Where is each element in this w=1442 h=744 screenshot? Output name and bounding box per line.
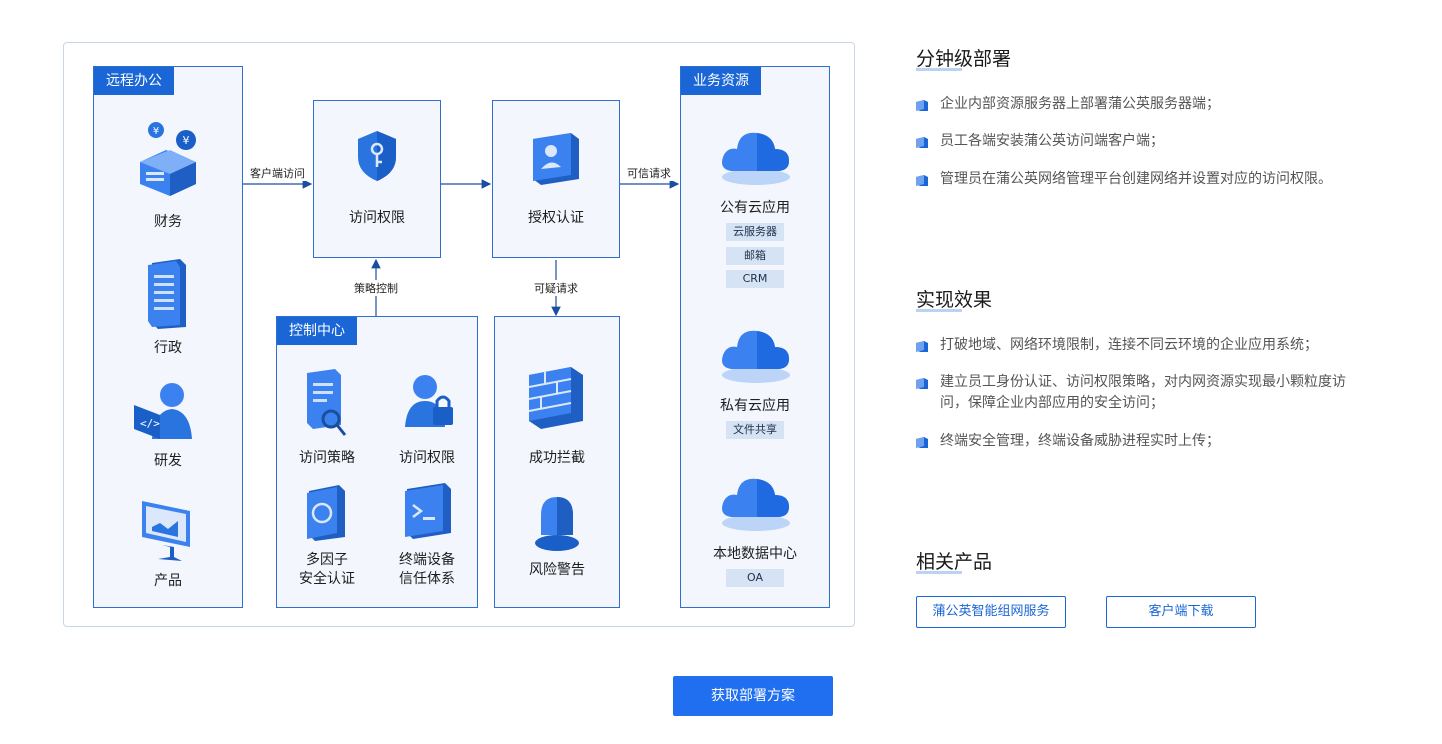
client-access-label: 客户端访问 — [247, 165, 308, 181]
control-item-device-trust: 终端设备 信任体系 — [399, 552, 455, 587]
section-title: 实现效果 — [916, 289, 993, 311]
remote-office-item-product: 产品 — [154, 573, 182, 589]
product-sdwan-button[interactable]: 蒲公英智能组网服务 — [916, 596, 1066, 628]
private-cloud-icon — [722, 330, 790, 383]
section-effects: 实现效果 — [916, 285, 1416, 315]
access-control-box: 访问权限 — [313, 100, 441, 258]
svg-text:</>: </> — [140, 417, 160, 430]
tag-file-share: 文件共享 — [726, 421, 784, 439]
list-item: 建立员工身份认证、访问权限策略，对内网资源实现最小颗粒度访 问，保障企业内部应用… — [916, 372, 1416, 418]
svg-text:¥: ¥ — [183, 134, 190, 147]
bullet-text: 建立员工身份认证、访问权限策略，对内网资源实现最小颗粒度访 问，保障企业内部应用… — [940, 374, 1346, 411]
local-datacenter-label: 本地数据中心 — [713, 546, 797, 562]
finance-icon: ¥ ¥ — [140, 122, 196, 196]
svg-text:¥: ¥ — [153, 126, 159, 137]
id-card-icon — [533, 133, 579, 185]
intercept-panel: 成功拦截 风险警告 — [494, 316, 620, 608]
bullet-icon — [916, 137, 928, 148]
bullet-text: 企业内部资源服务器上部署蒲公英服务器端； — [940, 96, 1220, 112]
remote-office-item-admin: 行政 — [154, 340, 182, 356]
control-center-title: 控制中心 — [277, 317, 357, 345]
bullet-icon — [916, 378, 928, 389]
section-title-underline — [916, 309, 962, 312]
tag-oa: OA — [726, 569, 784, 587]
get-deployment-plan-button[interactable]: 获取部署方案 — [673, 676, 833, 716]
suspicious-request-label: 可疑请求 — [531, 280, 581, 296]
mfa-icon — [307, 485, 345, 541]
terminal-icon — [405, 483, 451, 539]
alarm-light-icon — [535, 497, 579, 551]
monitor-icon — [142, 501, 190, 561]
bullet-icon — [916, 437, 928, 448]
section-title: 分钟级部署 — [916, 48, 1012, 70]
bullet-icon — [916, 341, 928, 352]
bullet-text: 管理员在蒲公英网络管理平台创建网络并设置对应的访问权限。 — [940, 171, 1332, 187]
developer-icon: </> — [134, 383, 192, 439]
list-item: 打破地域、网络环境限制，连接不同云环境的企业应用系统； — [916, 335, 1416, 359]
control-item-access-policy: 访问策略 — [299, 450, 355, 466]
private-cloud-label: 私有云应用 — [720, 398, 790, 414]
auth-label: 授权认证 — [528, 210, 584, 226]
list-item: 员工各端安装蒲公英访问端客户端； — [916, 131, 1416, 155]
section-title: 相关产品 — [916, 551, 993, 573]
intercept-success-label: 成功拦截 — [529, 450, 585, 466]
remote-office-item-rd: 研发 — [154, 453, 182, 469]
business-resources-panel: 业务资源 公有云应用 云服务器 邮箱 CRM 私有云应用 文件共享 本地数据中心… — [680, 66, 830, 608]
policy-search-icon — [307, 369, 347, 436]
remote-office-panel: 远程办公 ¥ ¥ 财务 行政 </> 研发 产品 — [93, 66, 243, 608]
firewall-icon — [528, 367, 583, 429]
list-item: 企业内部资源服务器上部署蒲公英服务器端； — [916, 94, 1416, 118]
client-download-button[interactable]: 客户端下载 — [1106, 596, 1256, 628]
bullet-icon — [916, 175, 928, 186]
section-related-products: 相关产品 — [916, 547, 1416, 577]
control-center-panel: 控制中心 访问策略 访问权限 多因子 安全认证 终端设备 信任体系 — [276, 316, 478, 608]
tag-mail: 邮箱 — [726, 247, 784, 265]
tag-cloud-server: 云服务器 — [726, 223, 784, 241]
local-datacenter-icon — [722, 478, 790, 531]
public-cloud-label: 公有云应用 — [720, 200, 790, 216]
tag-crm: CRM — [726, 270, 784, 288]
business-resources-title: 业务资源 — [681, 67, 761, 95]
section-title-underline — [916, 571, 962, 574]
document-icon — [148, 259, 186, 329]
bullet-text: 终端安全管理，终端设备威胁进程实时上传； — [940, 433, 1220, 449]
remote-office-item-finance: 财务 — [154, 214, 182, 230]
access-control-label: 访问权限 — [349, 210, 405, 226]
remote-office-title: 远程办公 — [94, 67, 174, 95]
section-deploy: 分钟级部署 — [916, 44, 1416, 74]
section-title-underline — [916, 68, 962, 71]
trusted-request-label: 可信请求 — [624, 165, 674, 181]
bullet-icon — [916, 100, 928, 111]
public-cloud-icon — [722, 132, 790, 185]
bullet-text: 员工各端安装蒲公英访问端客户端； — [940, 133, 1164, 149]
list-item: 终端安全管理，终端设备威胁进程实时上传； — [916, 431, 1416, 455]
auth-box: 授权认证 — [492, 100, 620, 258]
user-lock-icon — [405, 375, 453, 427]
list-item: 管理员在蒲公英网络管理平台创建网络并设置对应的访问权限。 — [916, 169, 1416, 193]
bullet-text: 打破地域、网络环境限制，连接不同云环境的企业应用系统； — [940, 337, 1318, 353]
control-item-mfa: 多因子 安全认证 — [299, 552, 355, 587]
shield-key-icon — [358, 131, 396, 181]
policy-control-label: 策略控制 — [351, 280, 401, 296]
risk-warning-label: 风险警告 — [529, 562, 585, 578]
control-item-access-rights: 访问权限 — [399, 450, 455, 466]
